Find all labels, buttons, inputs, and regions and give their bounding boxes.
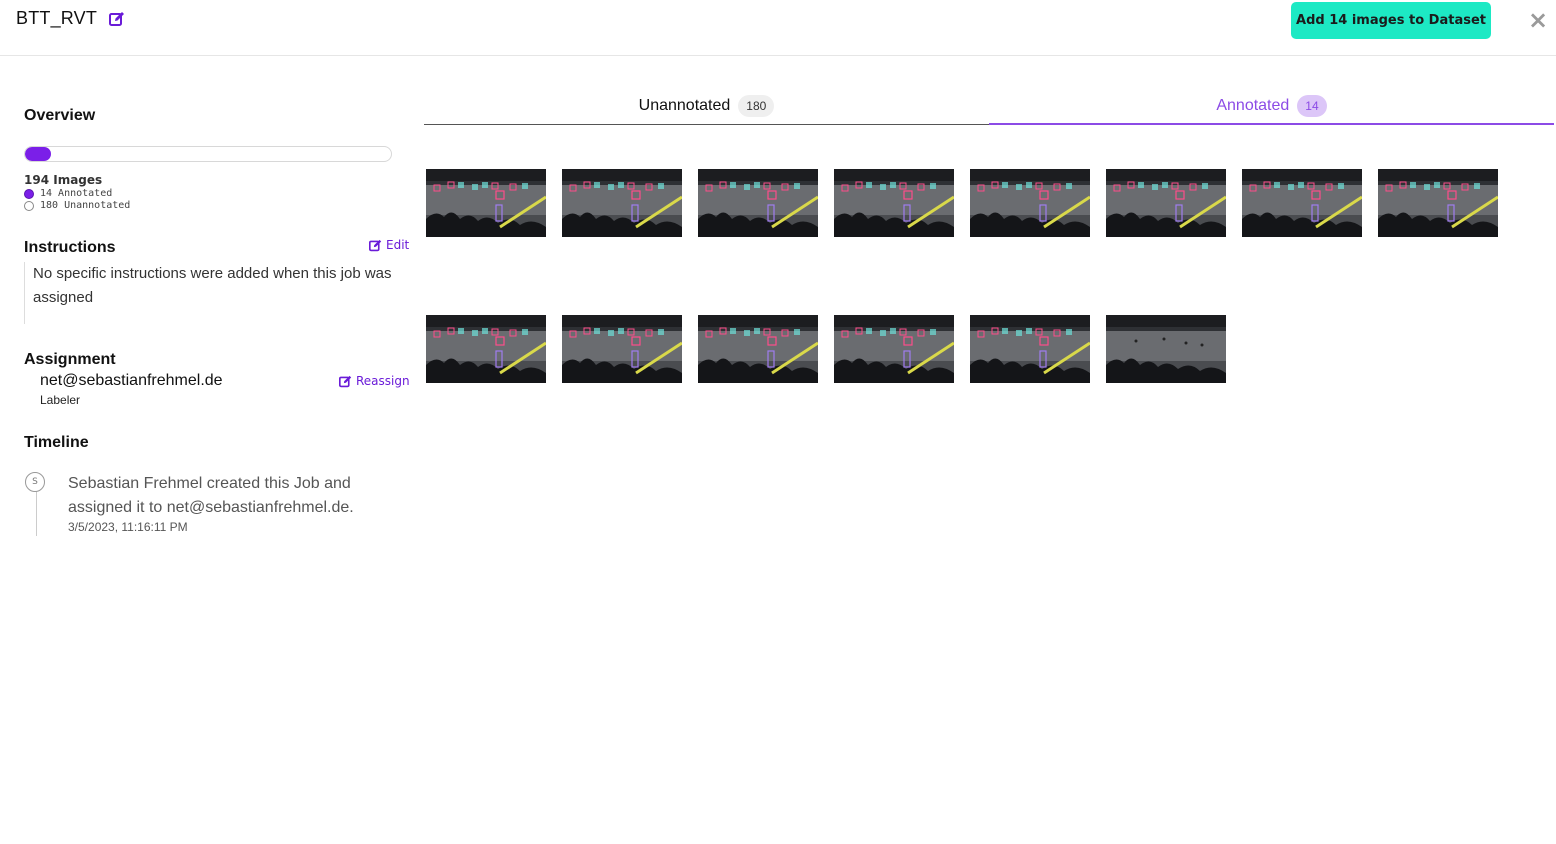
image-thumbnail[interactable]	[1106, 315, 1226, 383]
image-thumbnail[interactable]	[834, 315, 954, 383]
image-thumbnail[interactable]	[426, 315, 546, 383]
assignee-role: Labeler	[40, 393, 81, 407]
image-thumbnail[interactable]	[834, 169, 954, 237]
image-thumbnail[interactable]	[1106, 169, 1226, 237]
reassign-button[interactable]: Reassign	[339, 374, 410, 388]
annotated-dot-icon	[24, 188, 34, 199]
header: BTT_RVT Add 14 images to Dataset ×	[0, 0, 1556, 56]
instructions-text: No specific instructions were added when…	[24, 262, 394, 324]
add-images-to-dataset-button[interactable]: Add 14 images to Dataset	[1291, 2, 1491, 39]
unannotated-count-label: 180 Unannotated	[40, 200, 131, 211]
image-thumbnail[interactable]	[562, 169, 682, 237]
assignment-title: Assignment	[24, 351, 116, 368]
count-badge: 14	[1297, 94, 1327, 117]
count-badge: 180	[738, 95, 775, 117]
reassign-label: Reassign	[356, 374, 410, 388]
image-thumbnail[interactable]	[1242, 169, 1362, 237]
image-thumbnail[interactable]	[970, 315, 1090, 383]
job-title: BTT_RVT	[16, 8, 98, 28]
timeline-event-date: 3/5/2023, 11:16:11 PM	[68, 520, 188, 534]
image-thumbnail[interactable]	[1378, 169, 1498, 237]
overview-title: Overview	[24, 107, 96, 124]
image-thumbnail[interactable]	[426, 169, 546, 237]
legend-unannotated: 180 Unannotated	[24, 200, 130, 211]
edit-icon[interactable]	[109, 11, 125, 27]
image-thumbnail[interactable]	[562, 315, 682, 383]
image-thumbnail[interactable]	[698, 315, 818, 383]
image-count: 194 Images	[24, 173, 103, 187]
image-thumbnail[interactable]	[698, 169, 818, 237]
tab-annotated[interactable]: Annotated 14	[989, 88, 1554, 125]
tab-label: Annotated	[1216, 96, 1290, 114]
progress-fill	[25, 147, 52, 161]
edit-label: Edit	[386, 238, 410, 252]
assignee-email: net@sebastianfrehmel.de	[40, 372, 223, 389]
image-tabs: Unannotated 180 Annotated 14	[424, 88, 1554, 125]
progress-bar	[24, 146, 392, 162]
timeline-connector	[36, 490, 37, 536]
edit-icon	[369, 239, 382, 251]
annotated-count-label: 14 Annotated	[40, 188, 113, 199]
instructions-title: Instructions	[24, 239, 116, 256]
edit-instructions-button[interactable]: Edit	[369, 238, 409, 252]
edit-icon	[339, 375, 352, 387]
close-icon[interactable]: ×	[1526, 6, 1550, 34]
tab-unannotated[interactable]: Unannotated 180	[424, 88, 989, 125]
image-thumbnail[interactable]	[970, 169, 1090, 237]
timeline-title: Timeline	[24, 434, 89, 451]
avatar: S	[25, 472, 45, 492]
timeline-event-text: Sebastian Frehmel created this Job and a…	[68, 475, 354, 516]
unannotated-dot-icon	[24, 200, 34, 211]
legend-annotated: 14 Annotated	[24, 188, 112, 199]
tab-label: Unannotated	[638, 97, 731, 114]
